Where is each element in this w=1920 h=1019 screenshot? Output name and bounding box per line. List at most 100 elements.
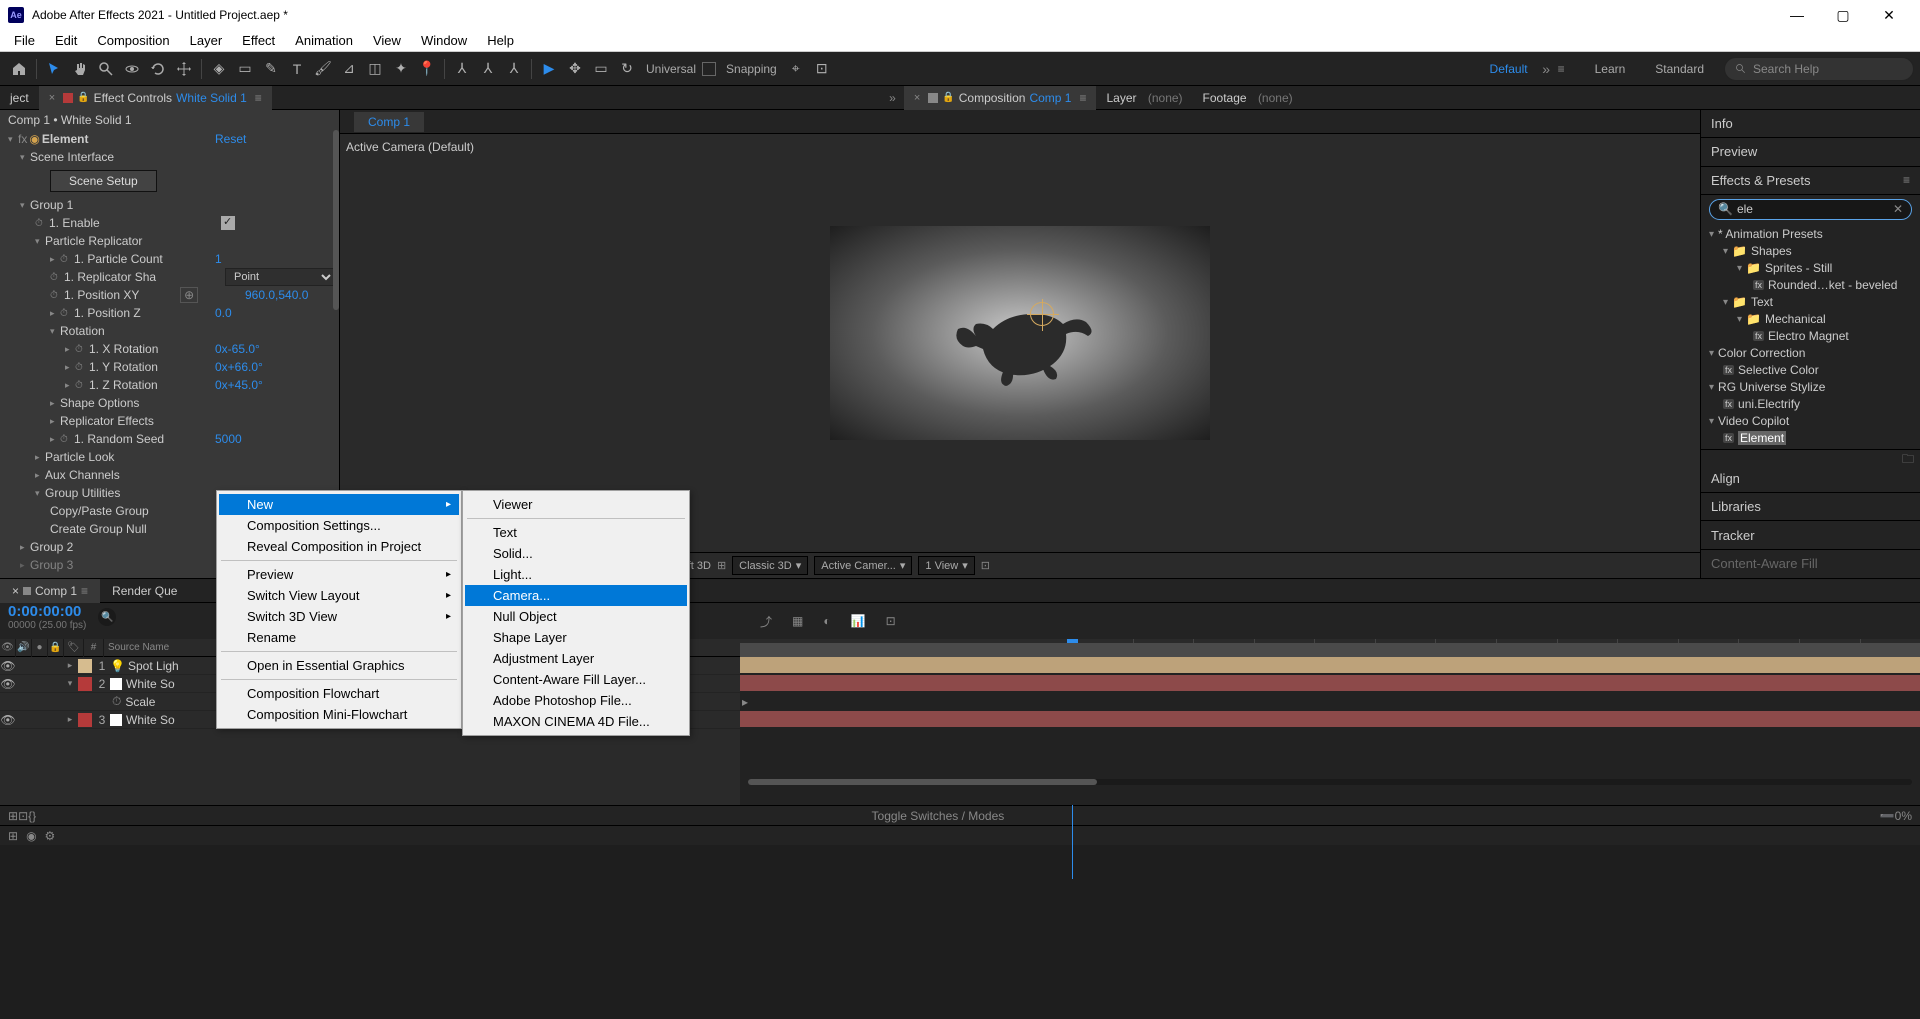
orbit-tool[interactable]	[119, 56, 145, 82]
workspace-learn[interactable]: Learn	[1595, 62, 1626, 76]
x-rotation[interactable]: 1. X Rotation	[89, 342, 158, 356]
ctx-new-light[interactable]: Light...	[465, 564, 687, 585]
menu-composition[interactable]: Composition	[87, 33, 179, 48]
menu-animation[interactable]: Animation	[285, 33, 363, 48]
tab-close-icon[interactable]: ×	[49, 92, 55, 104]
graph-icon[interactable]: 📊	[851, 614, 866, 628]
preview-panel-header[interactable]: Preview	[1701, 138, 1920, 166]
position-z-value[interactable]: 0.0	[215, 306, 335, 320]
timeline-tab[interactable]: ×Comp 1≡	[0, 579, 100, 603]
shy-icon[interactable]: ⤴	[760, 613, 772, 630]
new-bin-icon[interactable]: 🗀	[1902, 450, 1914, 465]
camera-target-icon[interactable]	[1030, 302, 1054, 326]
scene-setup-button[interactable]: Scene Setup	[50, 170, 157, 192]
motion-blur-icon[interactable]: ◐	[823, 614, 830, 628]
menu-help[interactable]: Help	[477, 33, 524, 48]
roto-tool[interactable]: ✦	[388, 56, 414, 82]
ctx-reveal[interactable]: Reveal Composition in Project	[219, 536, 459, 557]
selection-tool[interactable]	[41, 56, 67, 82]
replicator-effects[interactable]: Replicator Effects	[60, 414, 154, 428]
timeline-zoom-slider[interactable]	[748, 779, 1912, 785]
rect-tool[interactable]: ▭	[232, 56, 258, 82]
anim-presets[interactable]: * Animation Presets	[1718, 227, 1823, 241]
replicator-shape[interactable]: 1. Replicator Sha	[64, 270, 156, 284]
cti-icon[interactable]: ▸	[742, 695, 748, 709]
scene-interface[interactable]: Scene Interface	[30, 150, 114, 164]
rotation-group[interactable]: Rotation	[60, 324, 105, 338]
text-folder[interactable]: Text	[1751, 295, 1773, 309]
y-rotation-value[interactable]: 0x+66.0°	[215, 360, 335, 374]
frame-blend-icon[interactable]: ▦	[792, 614, 803, 628]
timeline-search[interactable]: 🔍	[98, 608, 116, 626]
work-area-bar[interactable]	[740, 643, 1920, 657]
play-icon[interactable]: ▶	[536, 56, 562, 82]
shape-options[interactable]: Shape Options	[60, 396, 139, 410]
views-dropdown[interactable]: 1 View ▾	[918, 556, 974, 575]
axis-local-icon[interactable]: ⅄	[449, 56, 475, 82]
anchor-tool[interactable]: ◈	[206, 56, 232, 82]
status-icon-3[interactable]: ⚙	[45, 829, 56, 843]
col-source-name[interactable]: Source Name	[104, 639, 224, 657]
particle-look[interactable]: Particle Look	[45, 450, 114, 464]
ctx-new-solid[interactable]: Solid...	[465, 543, 687, 564]
ep-menu-icon[interactable]: ≡	[1903, 173, 1910, 187]
status-icon-2[interactable]: ◉	[26, 829, 36, 843]
ctx-new-adjustment[interactable]: Adjustment Layer	[465, 648, 687, 669]
move-icon[interactable]: ✥	[562, 56, 588, 82]
visibility-toggle[interactable]: 👁	[0, 677, 16, 691]
ctx-comp-settings[interactable]: Composition Settings...	[219, 515, 459, 536]
ctx-preview[interactable]: Preview▸	[219, 564, 459, 585]
camera-dropdown[interactable]: Active Camer... ▾	[814, 556, 912, 575]
effect-selective-color[interactable]: Selective Color	[1738, 363, 1819, 377]
workspace-default[interactable]: Default	[1490, 62, 1528, 76]
aux-channels[interactable]: Aux Channels	[45, 468, 120, 482]
effect-electrify[interactable]: uni.Electrify	[1738, 397, 1800, 411]
copy-paste-group[interactable]: Copy/Paste Group	[50, 504, 149, 518]
renderer-dropdown[interactable]: Classic 3D ▾	[732, 556, 808, 575]
libraries-panel-header[interactable]: Libraries	[1701, 493, 1920, 521]
layer-name[interactable]: Spot Ligh	[124, 659, 179, 673]
preset-electro[interactable]: Electro Magnet	[1768, 329, 1849, 343]
timeline-tracks[interactable]: ▸	[740, 657, 1920, 805]
enable-prop[interactable]: 1. Enable	[49, 216, 100, 230]
ctx-flowchart[interactable]: Composition Flowchart	[219, 683, 459, 704]
particle-replicator[interactable]: Particle Replicator	[45, 234, 142, 248]
ctx-new[interactable]: New▸	[219, 494, 459, 515]
effect-element[interactable]: Element	[1738, 431, 1786, 445]
ctx-switch-view[interactable]: Switch View Layout▸	[219, 585, 459, 606]
ctx-new-null[interactable]: Null Object	[465, 606, 687, 627]
col-number[interactable]: #	[84, 639, 104, 657]
layer-color[interactable]	[78, 659, 92, 673]
position-xy-value[interactable]: 960.0,540.0	[245, 288, 335, 302]
layer-color[interactable]	[78, 713, 92, 727]
home-tool[interactable]	[6, 56, 32, 82]
maximize-button[interactable]: ▢	[1820, 0, 1866, 30]
comp-mini-tab[interactable]: Comp 1	[354, 112, 424, 132]
axis-view-icon[interactable]: ⅄	[501, 56, 527, 82]
col-audio[interactable]: 🔊	[16, 639, 32, 657]
col-solo[interactable]: ●	[32, 639, 48, 657]
layer-bar-2[interactable]	[740, 675, 1920, 691]
marker-icon[interactable]: ⊡	[886, 614, 896, 628]
group3[interactable]: Group 3	[30, 558, 73, 572]
status-icon-1[interactable]: ⊞	[8, 829, 18, 843]
y-rotation[interactable]: 1. Y Rotation	[89, 360, 158, 374]
col-visibility[interactable]: 👁	[0, 639, 16, 657]
hand-tool[interactable]	[67, 56, 93, 82]
layer-panel-tab[interactable]: Layer (none)	[1096, 86, 1192, 110]
tracker-panel-header[interactable]: Tracker	[1701, 521, 1920, 549]
random-seed[interactable]: 1. Random Seed	[74, 432, 164, 446]
menu-view[interactable]: View	[363, 33, 411, 48]
text-tool[interactable]: T	[284, 56, 310, 82]
snap-opt1-icon[interactable]: ⌖	[783, 56, 809, 82]
pen-tool[interactable]: ✎	[258, 56, 284, 82]
overflow-icon[interactable]: »	[1542, 61, 1550, 77]
menu-layer[interactable]: Layer	[180, 33, 233, 48]
effects-search-input[interactable]: 🔍 ele ✕	[1709, 199, 1912, 220]
shapes-folder[interactable]: Shapes	[1751, 244, 1792, 258]
ctx-new-shape[interactable]: Shape Layer	[465, 627, 687, 648]
ctx-new-c4d[interactable]: MAXON CINEMA 4D File...	[465, 711, 687, 732]
vc-cat[interactable]: Video Copilot	[1718, 414, 1789, 428]
random-seed-value[interactable]: 5000	[215, 432, 335, 446]
col-lock[interactable]: 🔒	[48, 639, 64, 657]
